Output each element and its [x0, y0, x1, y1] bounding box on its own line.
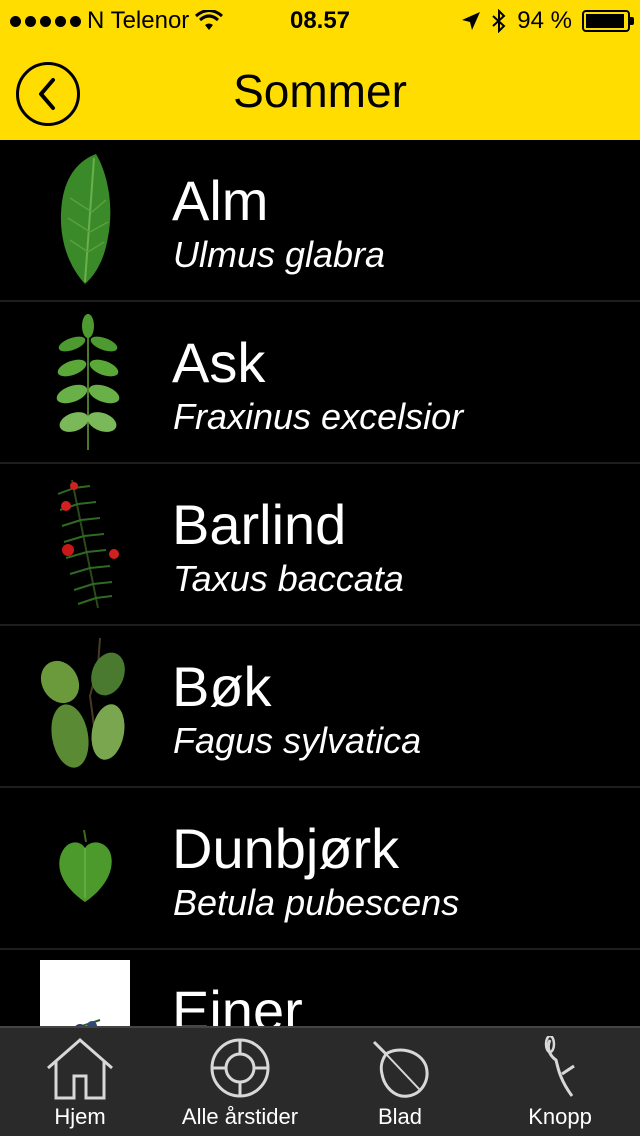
juniper-icon: [40, 960, 130, 1026]
list-item[interactable]: Dunbjørk Betula pubescens: [0, 788, 640, 950]
tab-all-seasons[interactable]: Alle årstider: [160, 1028, 320, 1136]
list-item[interactable]: Ask Fraxinus excelsior: [0, 302, 640, 464]
tree-name: Barlind: [172, 493, 347, 556]
birch-leaf-icon: [40, 798, 130, 938]
header-bar: N Telenor 08.57 94 % Sommer: [0, 0, 640, 140]
list-item[interactable]: Barlind Taxus baccata: [0, 464, 640, 626]
tab-bud[interactable]: Knopp: [480, 1028, 640, 1136]
seasons-icon: [210, 1038, 270, 1098]
tree-list[interactable]: Alm Ulmus glabra Ask Fraxinus excelsior …: [0, 140, 640, 1026]
tree-name: Alm: [172, 169, 269, 232]
battery-icon: [582, 10, 634, 32]
house-icon: [47, 1038, 113, 1100]
tab-label: Alle årstider: [181, 1104, 299, 1129]
tab-label: Hjem: [54, 1104, 106, 1129]
elm-leaf-icon: [40, 150, 130, 290]
list-item[interactable]: Alm Ulmus glabra: [0, 140, 640, 302]
bud-icon: [544, 1036, 575, 1097]
location-arrow-icon: [462, 12, 481, 30]
tree-name: Dunbjørk: [172, 817, 400, 880]
tab-leaf[interactable]: Blad: [320, 1028, 480, 1136]
list-item[interactable]: Einer: [0, 950, 640, 1026]
tree-latin-name: Betula pubescens: [173, 882, 460, 923]
status-right: 94 %: [461, 7, 634, 35]
battery-fill: [586, 14, 624, 28]
tab-bar: Hjem Alle årstider Blad Knopp: [0, 1026, 640, 1136]
beech-leaves-icon: [40, 636, 130, 776]
tree-latin-name: Ulmus glabra: [173, 234, 386, 275]
status-bar: N Telenor 08.57 94 %: [0, 0, 640, 40]
yew-branch-icon: [40, 474, 130, 614]
tab-label: Knopp: [528, 1104, 592, 1129]
tree-name: Ask: [172, 331, 266, 394]
tree-latin-name: Fraxinus excelsior: [173, 396, 464, 437]
tree-name: Bøk: [172, 655, 272, 718]
tree-latin-name: Taxus baccata: [173, 558, 404, 599]
battery-percent: 94 %: [517, 7, 572, 34]
app: N Telenor 08.57 94 % Sommer Alm Ulmus gl…: [0, 0, 640, 1136]
leaf-icon: [372, 1040, 429, 1098]
tab-home[interactable]: Hjem: [0, 1028, 160, 1136]
tab-label: Blad: [377, 1104, 423, 1129]
bluetooth-icon: [492, 9, 506, 33]
list-item[interactable]: Bøk Fagus sylvatica: [0, 626, 640, 788]
tree-latin-name: Fagus sylvatica: [173, 720, 422, 761]
ash-leaf-icon: [40, 312, 130, 452]
page-title: Sommer: [233, 65, 407, 117]
tree-name: Einer: [172, 979, 303, 1026]
